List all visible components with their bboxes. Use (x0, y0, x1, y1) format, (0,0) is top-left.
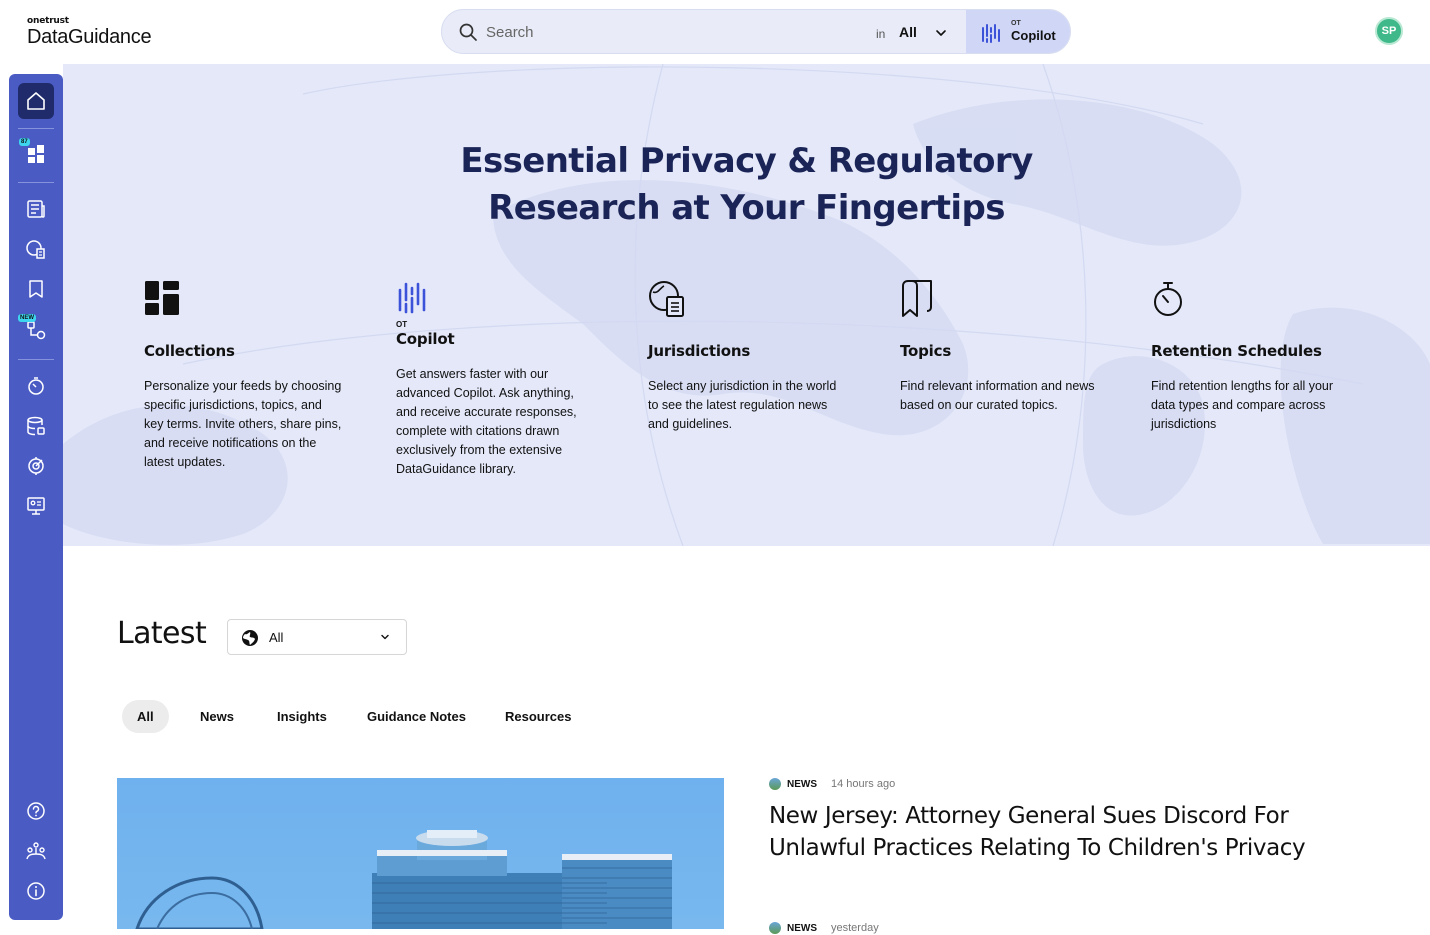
copilot-label: Copilot (1011, 28, 1056, 43)
brand-main: DataGuidance (27, 26, 152, 48)
newspaper-icon (27, 200, 45, 218)
sidebar-item-retention[interactable] (18, 368, 54, 404)
user-avatar[interactable]: SP (1375, 17, 1403, 45)
collections-icon (145, 281, 179, 315)
feature-jurisdictions[interactable]: Jurisdictions Select any jurisdiction in… (648, 280, 848, 434)
stopwatch-icon (1154, 282, 1182, 316)
sidebar-item-database[interactable] (18, 408, 54, 444)
search-scope-select[interactable]: All (899, 24, 917, 40)
feature-title: Collections (144, 342, 235, 360)
region-filter-select[interactable]: All (227, 619, 407, 655)
presentation-icon (27, 497, 45, 515)
feature-collections[interactable]: Collections Personalize your feeds by ch… (144, 280, 344, 472)
tab-insights[interactable]: Insights (262, 700, 342, 733)
hero-title-line1: Essential Privacy & Regulatory (460, 141, 1033, 181)
hero-title-line2: Research at Your Fingertips (488, 188, 1005, 228)
sidebar-item-training[interactable] (18, 488, 54, 524)
feature-copilot[interactable]: OT Copilot Get answers faster with our a… (396, 280, 596, 479)
feature-description: Get answers faster with our advanced Cop… (396, 367, 577, 476)
latest-heading: Latest (117, 616, 207, 651)
copilot-icon (982, 24, 1000, 43)
feature-title: Copilot (396, 330, 455, 348)
news-type-icon (769, 922, 781, 934)
sidebar-item-jurisdictions[interactable] (18, 231, 54, 267)
sidebar-item-collections[interactable]: 87 (18, 136, 54, 172)
sidebar-item-new-feature[interactable]: NEW (18, 312, 54, 348)
search-icon (459, 23, 477, 41)
article-title[interactable]: New Jersey: Attorney General Sues Discor… (769, 800, 1329, 864)
article-type: NEWS (787, 778, 817, 790)
new-badge: NEW (18, 314, 36, 322)
community-icon (26, 842, 46, 860)
article-time: yesterday (831, 922, 879, 934)
feature-topics[interactable]: Topics Find relevant information and new… (900, 280, 1100, 415)
sidebar-item-help[interactable] (18, 793, 54, 829)
globe-document-icon (26, 240, 45, 259)
bookmark-icon (29, 280, 43, 298)
tab-resources[interactable]: Resources (490, 700, 586, 733)
feature-description: Personalize your feeds by choosing speci… (144, 379, 342, 469)
news-type-icon (769, 778, 781, 790)
feature-title: Topics (900, 342, 952, 360)
help-icon (27, 802, 45, 820)
bookmark-icon (902, 280, 932, 317)
region-filter-label: All (269, 630, 284, 645)
tab-guidance-notes[interactable]: Guidance Notes (352, 700, 481, 733)
feature-description: Select any jurisdiction in the world to … (648, 379, 837, 431)
globe-icon (242, 630, 258, 646)
feature-prefix: OT (396, 320, 408, 329)
sidebar-item-radar[interactable] (18, 448, 54, 484)
workflow-icon (27, 321, 46, 340)
building-photo (135, 830, 672, 929)
radar-icon (28, 457, 44, 475)
sidebar-item-home[interactable] (18, 83, 54, 119)
dataguidance-logo[interactable]: onetrust DataGuidance (27, 16, 152, 48)
sidebar-item-topics[interactable] (18, 271, 54, 307)
stopwatch-icon (28, 377, 44, 395)
brand-top: onetrust (27, 16, 69, 26)
globe-document-icon (649, 281, 684, 317)
article-meta: NEWS yesterday (769, 921, 879, 935)
copilot-button[interactable]: OT Copilot (966, 10, 1070, 53)
feature-title: Jurisdictions (648, 342, 751, 360)
feature-description: Find relevant information and news based… (900, 379, 1095, 412)
collections-icon (28, 145, 44, 163)
database-icon (27, 416, 45, 436)
sidebar-item-community[interactable] (18, 833, 54, 869)
search-bar: in All OT Copilot (441, 9, 1071, 54)
sidebar-nav: 87 NEW (9, 74, 63, 920)
home-icon (27, 92, 45, 110)
sidebar-item-news[interactable] (18, 191, 54, 227)
chevron-down-icon (381, 634, 389, 640)
sidebar-item-info[interactable] (18, 873, 54, 909)
search-input[interactable] (486, 20, 866, 44)
copilot-icon (398, 282, 426, 314)
hero-title: Essential Privacy & Regulatory Research … (63, 138, 1430, 232)
chevron-down-icon[interactable] (934, 26, 948, 40)
info-icon (27, 882, 45, 900)
feature-retention-schedules[interactable]: Retention Schedules Find retention lengt… (1151, 280, 1351, 434)
copilot-prefix: OT (1011, 20, 1021, 27)
tab-news[interactable]: News (185, 700, 249, 733)
article-type: NEWS (787, 922, 817, 934)
top-header: onetrust DataGuidance in All OT Copilot … (0, 0, 1430, 64)
article-card[interactable]: NEWS 14 hours ago New Jersey: Attorney G… (769, 776, 1329, 864)
article-image[interactable] (117, 778, 724, 929)
collections-badge: 87 (19, 138, 30, 146)
search-scope-prefix: in (876, 27, 886, 41)
article-meta: NEWS 14 hours ago (769, 776, 1329, 792)
feature-title: Retention Schedules (1151, 342, 1322, 360)
feature-description: Find retention lengths for all your data… (1151, 379, 1334, 431)
article-time: 14 hours ago (831, 778, 896, 790)
hero-section: Essential Privacy & Regulatory Research … (63, 64, 1430, 546)
tab-all[interactable]: All (122, 700, 169, 733)
